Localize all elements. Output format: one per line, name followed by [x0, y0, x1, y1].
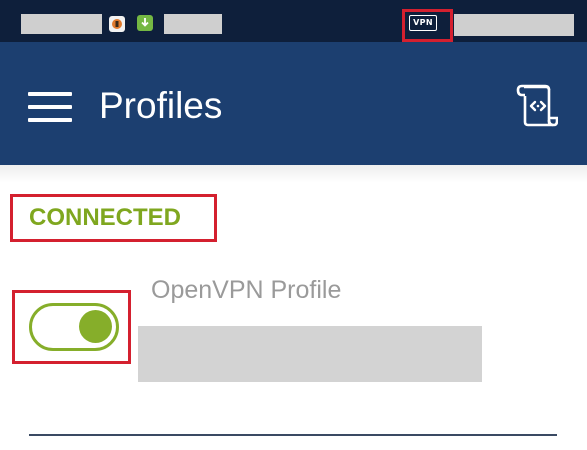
redacted-status-area: [454, 14, 574, 36]
redacted-server-address: [138, 326, 482, 382]
import-profile-icon[interactable]: [514, 82, 559, 128]
status-bar: VPN: [0, 0, 587, 42]
profile-divider: [29, 434, 557, 436]
toggle-knob: [79, 310, 112, 343]
vpn-status-icon: VPN: [409, 15, 437, 31]
profile-name: OpenVPN Profile: [151, 276, 342, 304]
page-title: Profiles: [99, 85, 223, 126]
connection-status-label: CONNECTED: [29, 204, 182, 231]
download-icon: [137, 15, 153, 31]
hamburger-menu-icon[interactable]: [28, 92, 72, 122]
connection-toggle[interactable]: [29, 303, 119, 351]
redacted-notification: [164, 14, 222, 34]
app-screen: VPN Profiles CONNECTED OpenVPN Profile: [0, 0, 587, 450]
redacted-time: [21, 14, 102, 34]
app-bar: [0, 42, 587, 165]
app-notification-icon: [109, 16, 125, 32]
content-top-shadow: [0, 165, 587, 183]
